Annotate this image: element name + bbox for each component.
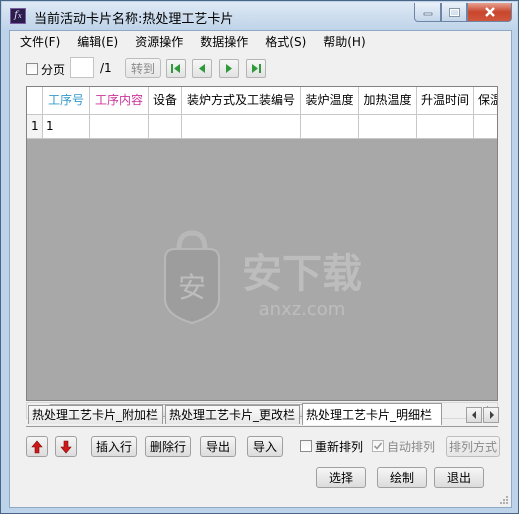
paging-label: 分页 [41, 63, 66, 77]
tab-scroll-left-icon [471, 411, 476, 419]
import-button[interactable]: 导入 [247, 436, 283, 457]
client-area: 文件(F) 编辑(E) 资源操作 数据操作 格式(S) 帮助(H) 分页 /1 … [9, 30, 512, 508]
column-header-holding[interactable]: 保温 [474, 87, 497, 115]
column-header-process-no[interactable]: 工序号 [43, 87, 90, 115]
tab-append[interactable]: 热处理工艺卡片_附加栏 [28, 405, 163, 424]
menu-help[interactable]: 帮助(H) [313, 31, 372, 51]
minimize-button[interactable] [414, 3, 441, 22]
tab-scroll-right[interactable] [483, 407, 499, 423]
next-page-icon [226, 64, 232, 73]
exit-button[interactable]: 退出 [434, 467, 484, 488]
resize-grip-icon[interactable] [499, 495, 509, 505]
arrange-mode-button[interactable]: 排列方式 [446, 436, 500, 457]
grid-corner [27, 87, 43, 115]
page-total: /1 [100, 61, 112, 75]
move-down-button[interactable] [55, 436, 77, 457]
column-header-heating-temp[interactable]: 加热温度 [359, 87, 417, 115]
grid-cell[interactable] [182, 115, 301, 139]
rearrange-checkbox[interactable] [300, 440, 312, 452]
insert-row-button[interactable]: 插入行 [91, 436, 137, 457]
last-page-button[interactable] [246, 59, 266, 78]
row-header[interactable]: 1 [27, 115, 43, 139]
menu-format[interactable]: 格式(S) [255, 31, 313, 51]
red-down-arrow-icon [60, 440, 72, 453]
tab-scroll-right-icon [489, 411, 494, 419]
main-window: fx 当前活动卡片名称:热处理工艺卡片 文件(F) 编辑(E) 资源操作 数据操… [0, 0, 519, 514]
column-header-loading-method[interactable]: 装炉方式及工装编号 [182, 87, 301, 115]
watermark-logo: 安 安下载 anxz.com [164, 230, 362, 325]
grid-cell[interactable] [359, 115, 417, 139]
grid-cell[interactable]: 1 [43, 115, 90, 139]
watermark-subtitle: anxz.com [259, 299, 346, 320]
checkmark-icon [373, 442, 383, 450]
column-header-process-content[interactable]: 工序内容 [90, 87, 149, 115]
minimize-icon [423, 12, 432, 16]
menu-file[interactable]: 文件(F) [10, 31, 67, 51]
close-button[interactable] [467, 3, 512, 22]
column-header-loading-temp[interactable]: 装炉温度 [301, 87, 359, 115]
maximize-icon [448, 7, 460, 17]
column-header-equipment[interactable]: 设备 [149, 87, 182, 115]
goto-button[interactable]: 转到 [125, 58, 161, 78]
watermark-title: 安下载 [242, 251, 362, 297]
first-page-button[interactable] [166, 59, 186, 78]
column-header-heating-time[interactable]: 升温时间 [417, 87, 474, 115]
grid-cell[interactable] [417, 115, 474, 139]
red-up-arrow-icon [31, 440, 43, 453]
menu-resource[interactable]: 资源操作 [125, 31, 190, 51]
delete-row-button[interactable]: 删除行 [145, 436, 191, 457]
rearrange-label: 重新排列 [315, 440, 364, 454]
grid-cell[interactable] [90, 115, 149, 139]
watermark-shield-glyph: 安 [178, 271, 206, 304]
sheet-tabs: 热处理工艺卡片_附加栏 热处理工艺卡片_更改栏 热处理工艺卡片_明细栏 [26, 403, 506, 427]
menu-data[interactable]: 数据操作 [190, 31, 255, 51]
grid-cell[interactable] [149, 115, 182, 139]
page-number-input[interactable] [70, 57, 94, 78]
auto-arrange-checkbox[interactable] [372, 440, 384, 452]
menu-edit[interactable]: 编辑(E) [67, 31, 125, 51]
select-button[interactable]: 选择 [316, 467, 366, 488]
grid-cell[interactable] [474, 115, 497, 139]
window-title: 当前活动卡片名称:热处理工艺卡片 [34, 12, 234, 27]
paging-toolbar: 分页 /1 转到 [10, 53, 511, 83]
move-up-button[interactable] [26, 436, 48, 457]
last-page-icon [252, 64, 261, 73]
close-icon [484, 7, 495, 17]
auto-arrange-label: 自动排列 [387, 440, 436, 454]
process-grid[interactable]: 工序号 工序内容 设备 装炉方式及工装编号 装炉温度 加热温度 升温时间 保温 … [26, 86, 498, 401]
tab-detail[interactable]: 热处理工艺卡片_明细栏 [302, 403, 442, 425]
tab-scroll-left[interactable] [466, 407, 482, 423]
export-button[interactable]: 导出 [200, 436, 236, 457]
prev-page-button[interactable] [192, 59, 212, 78]
draw-button[interactable]: 绘制 [377, 467, 427, 488]
title-bar[interactable]: fx 当前活动卡片名称:热处理工艺卡片 [2, 2, 517, 30]
menu-bar: 文件(F) 编辑(E) 资源操作 数据操作 格式(S) 帮助(H) [10, 31, 511, 51]
paging-checkbox[interactable] [26, 63, 38, 75]
tab-change[interactable]: 热处理工艺卡片_更改栏 [165, 405, 300, 424]
prev-page-icon [199, 64, 205, 73]
grid-cell[interactable] [301, 115, 359, 139]
next-page-button[interactable] [219, 59, 239, 78]
maximize-button[interactable] [441, 3, 467, 22]
app-logo-icon: fx [10, 8, 26, 24]
first-page-icon [171, 64, 180, 73]
